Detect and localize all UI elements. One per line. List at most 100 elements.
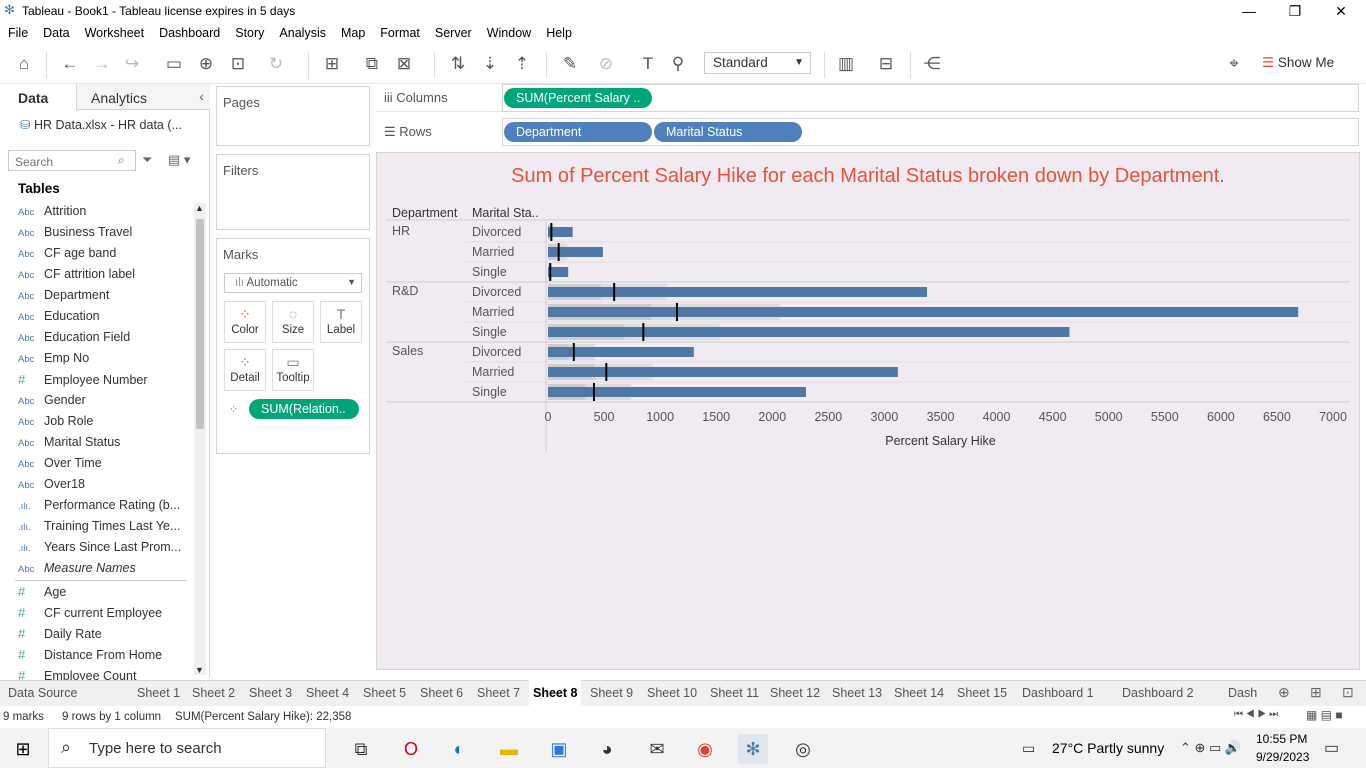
show-mark-labels-icon[interactable]: T [636,52,660,76]
datasource-item[interactable]: ⛁ HR Data.xlsx - HR data (... [20,117,182,132]
swap-rows-columns-icon[interactable]: ⇅ [446,52,470,76]
menu-story[interactable]: Story [227,24,271,40]
share-icon[interactable]: ⋲ [920,52,944,76]
menu-map[interactable]: Map [333,24,372,40]
rows-pill-department[interactable]: Department [504,122,652,142]
detail-pill[interactable]: SUM(Relation.. [249,399,359,419]
duplicate-sheet-icon[interactable]: ⧉ [360,52,384,76]
sheet-tab[interactable]: Sheet 7 [477,680,520,706]
field-item[interactable]: .ılı. Years Since Last Prom... [18,540,181,561]
restore-button[interactable]: ❐ [1272,0,1318,24]
field-item[interactable]: Abc Over Time [18,456,102,477]
field-item[interactable]: .ılı. Training Times Last Ye... [18,519,180,540]
menu-file[interactable]: File [0,24,35,40]
pages-card[interactable]: Pages [216,86,370,146]
fix-axes-icon[interactable]: ⚲ [666,52,690,76]
sheet-tab[interactable]: Sheet 12 [770,680,820,706]
windows-start-icon[interactable]: ⊞ [8,734,38,764]
redo-icon[interactable]: → [90,52,114,76]
sheet-tab[interactable]: Data Source [8,680,77,706]
sheet-tab[interactable]: Sheet 6 [420,680,463,706]
columns-drop-area[interactable]: SUM(Percent Salary .. [502,84,1359,112]
menu-worksheet[interactable]: Worksheet [77,24,152,40]
sheet-tab[interactable]: Sheet 3 [249,680,292,706]
field-item[interactable]: # Employee Number [18,372,148,393]
tray-icons[interactable]: ⌃ ⊕ ▭ 🔊 [1180,740,1241,756]
sheet-tab[interactable]: Sheet 8 [529,680,582,706]
clear-sheet-icon[interactable]: ⊠ [392,52,416,76]
task-view-icon[interactable]: ⧉ [346,734,376,764]
new-worksheet-icon[interactable]: ⊞ [320,52,344,76]
field-item[interactable]: Abc Over18 [18,477,85,498]
file-explorer-icon[interactable]: ▬ [494,734,524,764]
sheet-tab[interactable]: Dashboard 2 [1122,680,1194,706]
sheet-tab[interactable]: Sheet 15 [957,680,1007,706]
field-item[interactable]: # Daily Rate [18,626,102,647]
sheet-tab[interactable]: Sheet 9 [590,680,633,706]
view-options-icon[interactable]: ▤ ▾ [168,152,190,168]
group-members-icon[interactable]: ⊘ [594,52,618,76]
field-item[interactable]: Abc Gender [18,393,86,414]
menu-server[interactable]: Server [427,24,479,40]
scrollbar-thumb[interactable] [196,219,204,429]
new-worksheet-tab-icon[interactable]: ⊕ [1278,684,1290,701]
columns-pill[interactable]: SUM(Percent Salary .. [504,88,652,108]
new-dashboard-tab-icon[interactable]: ⊞ [1310,684,1322,701]
tooltip-button[interactable]: ▭ Tooltip [272,349,314,391]
undo-icon[interactable]: ← [58,52,82,76]
field-item[interactable]: # CF current Employee [18,605,162,626]
bar-chart[interactable]: HR Divorced Married Single R&D Divorced Marrie… [376,152,1360,452]
menu-format[interactable]: Format [372,24,427,40]
field-item[interactable]: Abc CF attrition label [18,267,135,288]
field-item[interactable]: Abc Measure Names [18,561,136,582]
refresh-icon[interactable]: ↻ [264,52,288,76]
replay-icon[interactable]: ↪ [120,52,144,76]
menu-help[interactable]: Help [538,24,579,40]
menu-analysis[interactable]: Analysis [271,24,333,40]
home-icon[interactable]: ⌂ [12,52,36,76]
mail-icon[interactable]: ✉ [642,734,672,764]
field-item[interactable]: Abc Department [18,288,109,309]
highlight-icon[interactable]: ✎ [558,52,582,76]
sheet-tab[interactable]: Dash [1228,680,1257,706]
field-list-scrollbar[interactable]: ▲ ▼ [194,203,206,675]
sheet-tab[interactable]: Sheet 14 [894,680,944,706]
field-item[interactable]: Abc CF age band [18,246,116,267]
penguin-app-icon[interactable]: ◕ [592,734,622,764]
chrome-icon[interactable]: ◉ [690,734,720,764]
sheet-tab[interactable]: Sheet 4 [306,680,349,706]
format-painter-icon[interactable]: ⌖ [1222,52,1246,76]
view-layout-icons[interactable]: ▦ ▤ ■ [1306,708,1343,722]
field-item[interactable]: Abc Education Field [18,330,130,351]
detail-button[interactable]: ⁘ Detail [224,349,266,391]
new-story-tab-icon[interactable]: ⊡ [1342,684,1354,701]
pause-updates-icon[interactable]: ⊡ [226,52,250,76]
field-item[interactable]: .ılı. Performance Rating (b... [18,498,180,519]
sheet-tab[interactable]: Sheet 2 [192,680,235,706]
store-icon[interactable]: ▣ [544,734,574,764]
tab-data[interactable]: Data [0,84,76,110]
field-item[interactable]: Abc Marital Status [18,435,120,456]
sheet-tab[interactable]: Sheet 10 [647,680,697,706]
taskbar-search[interactable]: ⌕ Type here to search [48,728,326,768]
sheet-tab[interactable]: Dashboard 1 [1022,680,1094,706]
rows-drop-area[interactable]: Department Marital Status [502,118,1359,146]
tab-analytics[interactable]: Analytics ‹ [76,84,210,110]
filter-icon[interactable]: ⏷ [142,152,152,168]
opera-icon[interactable]: O [396,734,426,764]
menu-window[interactable]: Window [479,24,538,40]
notification-icon[interactable]: ▭ [1324,738,1339,758]
field-item[interactable]: # Distance From Home [18,647,162,668]
field-item[interactable]: Abc Attrition [18,204,86,225]
clock-time[interactable]: 10:55 PM [1256,732,1307,746]
tableau-taskbar-icon[interactable]: ✻ [738,734,768,764]
sort-ascending-icon[interactable]: ⇣ [478,52,502,76]
new-datasource-icon[interactable]: ⊕ [194,52,218,76]
menu-data[interactable]: Data [35,24,76,40]
field-item[interactable]: Abc Business Travel [18,225,132,246]
obs-icon[interactable]: ◎ [788,734,818,764]
field-item[interactable]: # Age [18,584,66,605]
close-button[interactable]: ✕ [1318,0,1364,24]
clock-date[interactable]: 9/29/2023 [1256,750,1309,764]
sheet-tab[interactable]: Sheet 11 [710,680,759,706]
